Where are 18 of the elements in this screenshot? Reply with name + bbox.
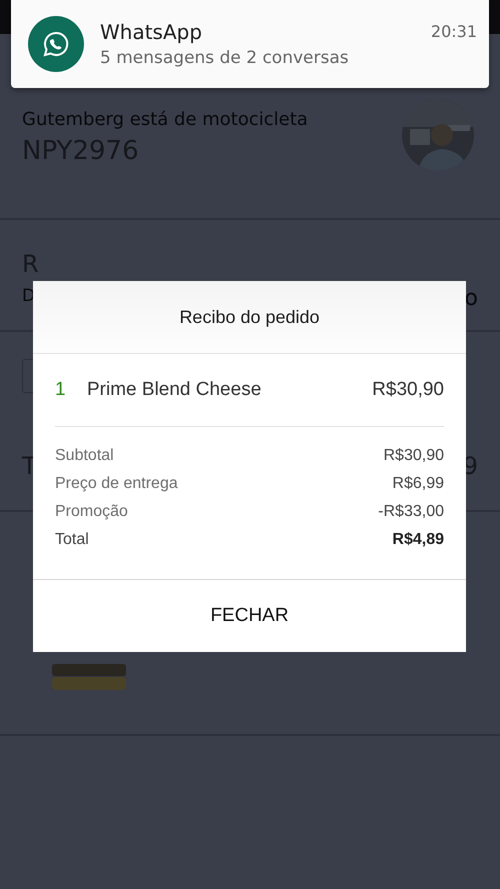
item-name: Prime Blend Cheese <box>87 379 262 401</box>
summary-value: R$4,89 <box>392 531 444 549</box>
item-price: R$30,90 <box>372 379 444 401</box>
notification-time: 20:31 <box>430 22 477 41</box>
item-quantity: 1 <box>55 379 67 401</box>
summary-value: R$30,90 <box>384 447 444 465</box>
summary-value: R$6,99 <box>392 475 444 493</box>
dialog-title: Recibo do pedido <box>179 306 320 328</box>
notification-message: 5 mensagens de 2 conversas <box>100 48 350 68</box>
summary-label: Preço de entrega <box>55 475 178 493</box>
app-name: WhatsApp <box>100 20 204 44</box>
chat-bubble-icon <box>28 16 84 72</box>
summary-label: Total <box>55 531 89 549</box>
summary-label: Subtotal <box>55 447 114 465</box>
summary-value: -R$33,00 <box>378 503 444 521</box>
summary-label: Promoção <box>55 503 128 521</box>
notification-card[interactable]: WhatsApp 5 mensagens de 2 conversas 20:31 <box>11 0 489 88</box>
driver-status: Gutemberg está de motocicleta <box>22 108 308 130</box>
